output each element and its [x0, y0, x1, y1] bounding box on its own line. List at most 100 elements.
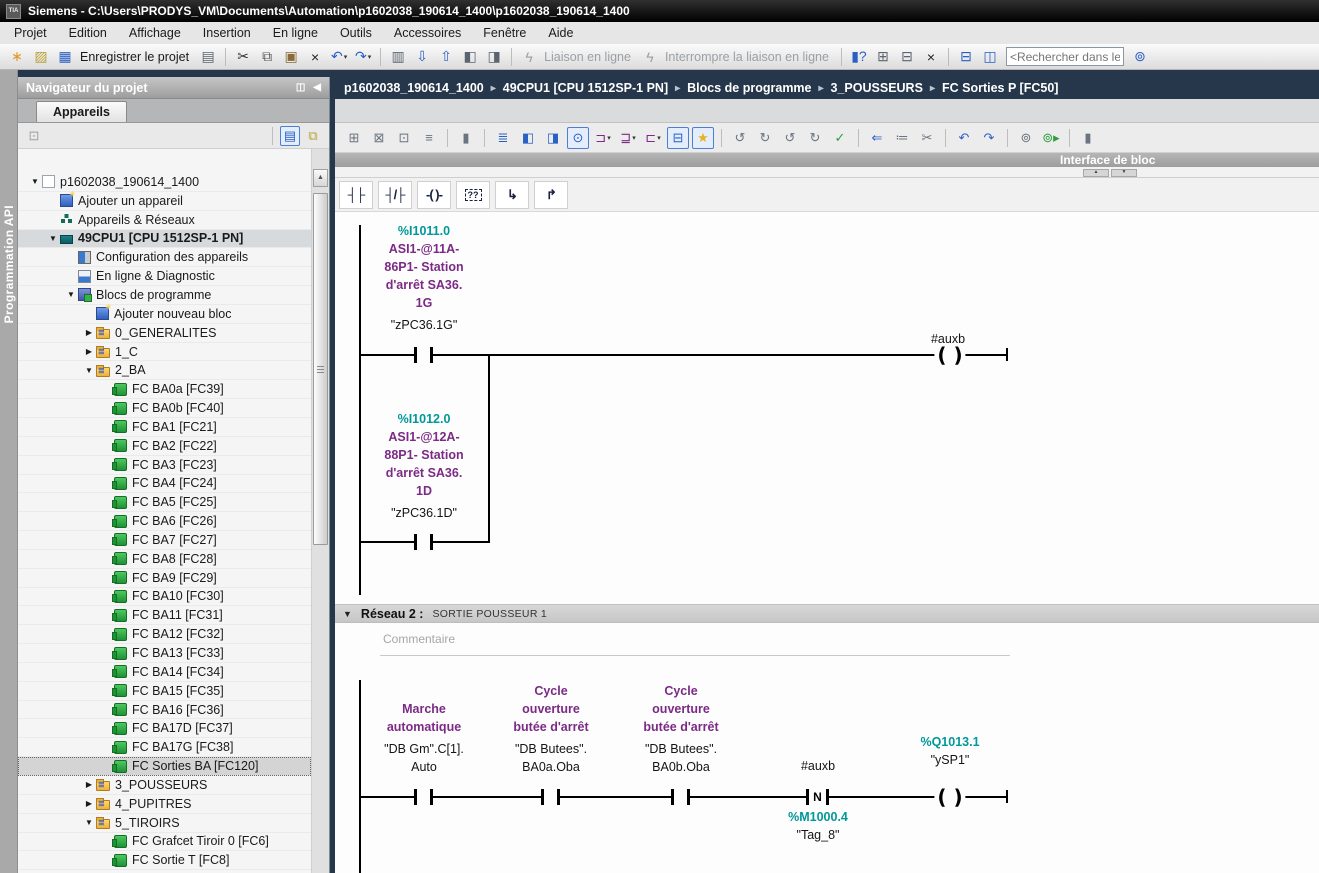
- tree-item[interactable]: ▼5_TIROIRS: [18, 814, 311, 833]
- tree-item[interactable]: FC BA10 [FC30]: [18, 588, 311, 607]
- add-folder-icon[interactable]: ⊡: [24, 126, 44, 146]
- contact-no[interactable]: [671, 789, 690, 805]
- expand-operands-icon[interactable]: ⊐▾: [592, 127, 614, 149]
- network-titles-toggle-icon[interactable]: ◧: [517, 127, 539, 149]
- collapse-panel-icon[interactable]: ◀: [313, 82, 321, 93]
- tree-item[interactable]: FC BA9 [FC29]: [18, 569, 311, 588]
- tree-item[interactable]: ▶4_PUPITRES: [18, 795, 311, 814]
- operand-label[interactable]: %Q1013.1 "ySP1": [875, 733, 1025, 769]
- tree-scrollbar[interactable]: ▲: [311, 149, 329, 873]
- goto-definition-icon[interactable]: ≔: [891, 127, 913, 149]
- tree-item[interactable]: FC BA3 [FC23]: [18, 456, 311, 475]
- expand-comments-icon[interactable]: ⊒▾: [617, 127, 639, 149]
- tree-item[interactable]: FC BA6 [FC26]: [18, 512, 311, 531]
- tree-item[interactable]: FC BA17D [FC37]: [18, 719, 311, 738]
- nc-contact-button[interactable]: ┤/├: [378, 181, 412, 209]
- search-input[interactable]: [1006, 47, 1124, 66]
- breadcrumb-item[interactable]: FC Sorties P [FC50]: [942, 81, 1058, 95]
- delete-icon[interactable]: ×: [304, 46, 326, 68]
- insert-row-icon[interactable]: ⊡: [393, 127, 415, 149]
- tree-item[interactable]: Ajouter nouveau bloc: [18, 305, 311, 324]
- tree-item[interactable]: Appareils & Réseaux: [18, 211, 311, 230]
- expand-arrow-icon[interactable]: ▶: [82, 347, 96, 356]
- empty-box-button[interactable]: ??: [456, 181, 490, 209]
- print-icon[interactable]: ▤: [197, 46, 219, 68]
- operand-label[interactable]: %I1012.0 ASI1-@12A- 88P1- Station d'arrê…: [349, 410, 499, 522]
- symbol-info-toggle-icon[interactable]: ⊟: [667, 127, 689, 149]
- close-branch-button[interactable]: ↱: [534, 181, 568, 209]
- contact-no[interactable]: [414, 534, 433, 550]
- tree-item[interactable]: FC Sorties BA [FC120]: [18, 757, 311, 776]
- tree-item[interactable]: ▶0_GENERALITES: [18, 324, 311, 343]
- menu-accessoires[interactable]: Accessoires: [383, 24, 472, 42]
- tree-item[interactable]: FC BA0a [FC39]: [18, 380, 311, 399]
- operand-label[interactable]: Cycle ouverture butée d'arrêt "DB Butees…: [476, 682, 626, 776]
- cut-icon[interactable]: ✂: [232, 46, 254, 68]
- tree-item[interactable]: FC Grafcet Tiroir 0 [FC6]: [18, 833, 311, 852]
- expand-arrow-icon[interactable]: ▶: [82, 780, 96, 789]
- stop-cpu-icon[interactable]: ◨: [483, 46, 505, 68]
- insert-network-icon[interactable]: ⊞: [343, 127, 365, 149]
- task-card-rail[interactable]: Programmation API: [0, 70, 18, 873]
- jump-forward-icon[interactable]: ↷: [978, 127, 1000, 149]
- tab-appareils[interactable]: Appareils: [36, 101, 127, 122]
- test-glasses-icon[interactable]: ⊚▸: [1040, 127, 1062, 149]
- search-project-icon[interactable]: ⊚: [1129, 46, 1151, 68]
- update-interface-icon[interactable]: ↻: [754, 127, 776, 149]
- tree-item[interactable]: FC BA13 [FC33]: [18, 644, 311, 663]
- expand-arrow-icon[interactable]: ▼: [28, 177, 42, 186]
- network-comment-placeholder[interactable]: Commentaire: [383, 632, 455, 646]
- collapse-operands-icon[interactable]: ⊏▾: [642, 127, 664, 149]
- tree-item[interactable]: Ajouter un appareil: [18, 192, 311, 211]
- open-project-icon[interactable]: ▨: [30, 46, 52, 68]
- operand-label[interactable]: #auxb: [873, 330, 1023, 348]
- sync-interface-save-icon[interactable]: ↻: [804, 127, 826, 149]
- absolute-operands-icon[interactable]: ≣: [492, 127, 514, 149]
- tree-item[interactable]: FC BA17G [FC38]: [18, 738, 311, 757]
- go-offline-label[interactable]: Interrompre la liaison en ligne: [665, 50, 829, 64]
- expand-arrow-icon[interactable]: ▼: [46, 234, 60, 243]
- new-project-icon[interactable]: ∗: [6, 46, 28, 68]
- cross-reference-icon[interactable]: ×: [920, 46, 942, 68]
- tree-item[interactable]: ▼Blocs de programme: [18, 286, 311, 305]
- comments-display-icon[interactable]: ⊙: [567, 127, 589, 149]
- consistency-check-icon[interactable]: ✓: [829, 127, 851, 149]
- tree-item[interactable]: FC Sortie T [FC8]: [18, 851, 311, 870]
- tree-item[interactable]: ▼2_BA: [18, 361, 311, 380]
- menu-outils[interactable]: Outils: [329, 24, 383, 42]
- coil-button[interactable]: -( )-: [417, 181, 451, 209]
- insert-branch-icon[interactable]: ≡: [418, 127, 440, 149]
- collapse-network-icon[interactable]: ▼: [343, 609, 352, 619]
- keep-actual-values-icon[interactable]: ▮: [455, 127, 477, 149]
- tree-item[interactable]: ▶1_C: [18, 343, 311, 362]
- expand-arrow-icon[interactable]: ▼: [82, 366, 96, 375]
- start-cpu-icon[interactable]: ◧: [459, 46, 481, 68]
- tree-item[interactable]: En ligne & Diagnostic: [18, 267, 311, 286]
- contact-no[interactable]: [414, 789, 433, 805]
- menu-aide[interactable]: Aide: [537, 24, 584, 42]
- tree-item[interactable]: ▼49CPU1 [CPU 1512SP-1 PN]: [18, 230, 311, 249]
- details-view-icon[interactable]: ▤: [280, 126, 300, 146]
- download-to-device-icon[interactable]: ⇩: [411, 46, 433, 68]
- redo-icon[interactable]: ↷▾: [352, 46, 374, 68]
- monitoring-icon[interactable]: ⊚: [1015, 127, 1037, 149]
- upload-from-device-icon[interactable]: ⇧: [435, 46, 457, 68]
- data-retention-icon[interactable]: ▮: [1077, 127, 1099, 149]
- copy-icon[interactable]: ⧉: [256, 46, 278, 68]
- sync-calls-save-icon[interactable]: ↺: [779, 127, 801, 149]
- open-branch-button[interactable]: ↳: [495, 181, 529, 209]
- tree-item[interactable]: FC BA12 [FC32]: [18, 625, 311, 644]
- tree-item[interactable]: FC BA5 [FC25]: [18, 493, 311, 512]
- previous-error-icon[interactable]: ⇐: [866, 127, 888, 149]
- contact-n-edge[interactable]: N: [806, 789, 829, 805]
- paste-icon[interactable]: ▣: [280, 46, 302, 68]
- operand-label[interactable]: %I1011.0 ASI1-@11A- 86P1- Station d'arrê…: [349, 222, 499, 334]
- menu-en-ligne[interactable]: En ligne: [262, 24, 329, 42]
- operand-label[interactable]: #auxb: [743, 757, 893, 775]
- breadcrumb-item[interactable]: 3_POUSSEURS: [831, 81, 923, 95]
- simulation-window-icon[interactable]: ⊟: [896, 46, 918, 68]
- tree-item[interactable]: FC BA14 [FC34]: [18, 663, 311, 682]
- delete-network-icon[interactable]: ⊠: [368, 127, 390, 149]
- save-project-icon[interactable]: ▦: [54, 46, 76, 68]
- tree-item[interactable]: Configuration des appareils: [18, 248, 311, 267]
